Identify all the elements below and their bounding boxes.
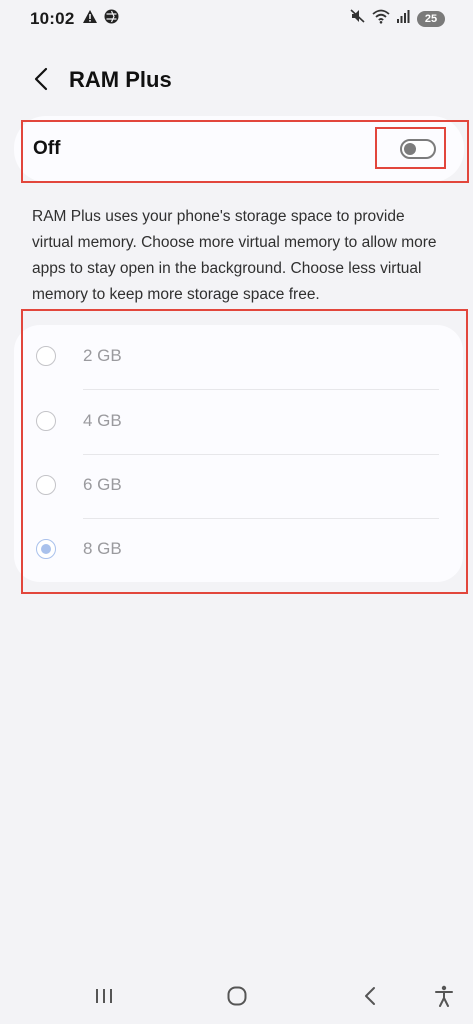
radio-button[interactable] bbox=[36, 411, 56, 431]
option-label: 4 GB bbox=[83, 411, 122, 430]
home-icon bbox=[226, 985, 248, 1012]
option-label: 6 GB bbox=[83, 475, 122, 494]
recent-apps-icon bbox=[94, 987, 114, 1010]
aperture-icon bbox=[104, 9, 119, 29]
radio-button[interactable] bbox=[36, 346, 56, 366]
back-icon bbox=[363, 986, 377, 1011]
warning-icon bbox=[82, 9, 98, 29]
recent-apps-button[interactable] bbox=[89, 985, 119, 1011]
navigation-bar bbox=[0, 975, 473, 1020]
back-nav-button[interactable] bbox=[355, 985, 385, 1011]
status-time: 10:02 bbox=[30, 9, 75, 28]
ram-plus-switch[interactable] bbox=[400, 139, 436, 159]
virtual-memory-options: 2 GB 4 GB 6 GB 8 GB bbox=[14, 325, 463, 582]
radio-button[interactable] bbox=[36, 475, 56, 495]
back-button[interactable] bbox=[26, 66, 56, 96]
option-2gb[interactable]: 2 GB bbox=[14, 325, 463, 389]
wifi-icon bbox=[372, 9, 390, 29]
mute-icon bbox=[349, 8, 366, 29]
accessibility-button[interactable] bbox=[429, 985, 459, 1011]
option-6gb[interactable]: 6 GB bbox=[14, 454, 463, 518]
status-bar: 10:02 25 bbox=[0, 0, 473, 38]
option-4gb[interactable]: 4 GB bbox=[14, 390, 463, 454]
option-label: 2 GB bbox=[83, 346, 122, 365]
switch-knob bbox=[404, 143, 416, 155]
status-right-icons: 25 bbox=[349, 8, 445, 29]
toggle-label: Off bbox=[33, 138, 61, 159]
home-button[interactable] bbox=[222, 985, 252, 1011]
back-arrow-icon bbox=[34, 67, 48, 96]
accessibility-icon bbox=[434, 985, 454, 1012]
status-left-icons bbox=[82, 9, 119, 29]
battery-icon: 25 bbox=[417, 10, 445, 27]
option-8gb[interactable]: 8 GB bbox=[14, 518, 463, 582]
header: RAM Plus bbox=[0, 56, 473, 104]
ram-plus-toggle-row[interactable]: Off bbox=[14, 116, 464, 182]
signal-icon bbox=[396, 9, 411, 28]
radio-button-selected[interactable] bbox=[36, 539, 56, 559]
page-title: RAM Plus bbox=[69, 67, 172, 92]
option-label: 8 GB bbox=[83, 539, 122, 558]
description-text: RAM Plus uses your phone's storage space… bbox=[32, 208, 437, 303]
